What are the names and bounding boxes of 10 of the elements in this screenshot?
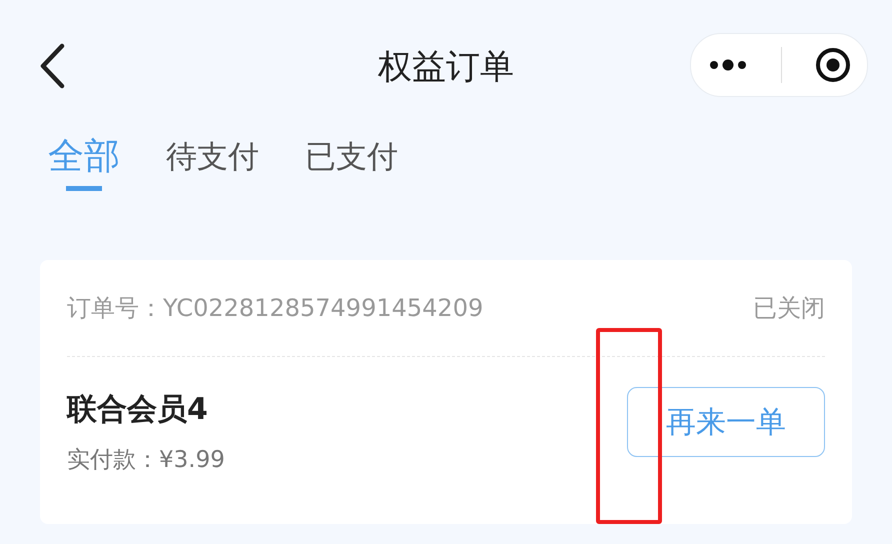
paid-amount: 实付款：¥3.99 — [67, 446, 225, 475]
close-icon[interactable] — [814, 47, 850, 83]
tab[interactable]: 已支付 — [305, 136, 398, 188]
order-number: 订单号：YC0228128574991454209 — [67, 293, 484, 324]
tab[interactable]: 待支付 — [166, 136, 259, 188]
product-name: 联合会员4 — [67, 391, 209, 429]
back-icon[interactable] — [38, 43, 66, 89]
page-title: 权益订单 — [378, 46, 514, 89]
more-icon[interactable] — [708, 59, 748, 71]
order-status: 已关闭 — [753, 293, 825, 324]
